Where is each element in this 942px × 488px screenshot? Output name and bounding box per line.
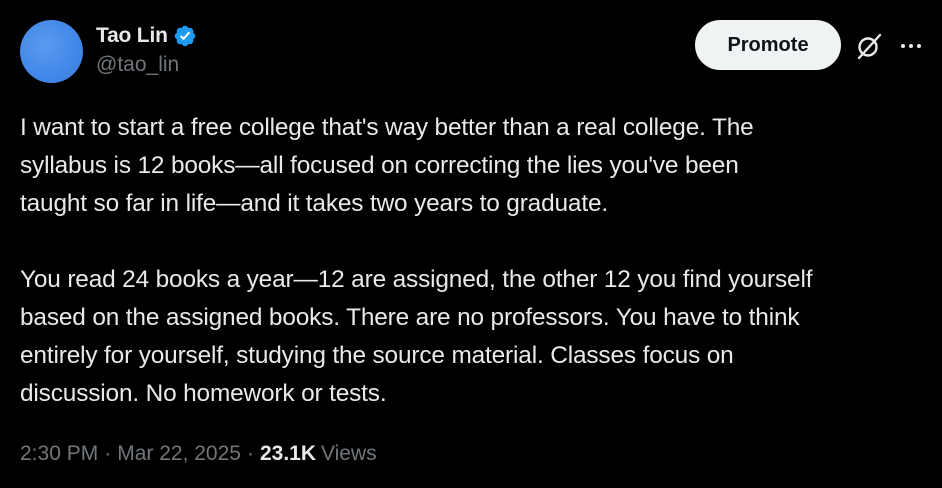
meta-separator: · — [104, 442, 112, 465]
post-time[interactable]: 2:30 PM — [20, 442, 98, 466]
post-line: discussion. No homework or tests. — [20, 380, 387, 407]
tweet-detail: Tao Lin @tao_lin Promote I want to start… — [0, 0, 942, 488]
more-options-icon[interactable] — [898, 35, 924, 57]
post-line: I want to start a free college that's wa… — [20, 114, 754, 141]
avatar[interactable] — [20, 20, 83, 83]
post-date[interactable]: Mar 22, 2025 — [117, 442, 241, 466]
author-name-row: Tao Lin — [96, 22, 197, 50]
post-line: based on the assigned books. There are n… — [20, 304, 800, 331]
promote-button[interactable]: Promote — [695, 20, 841, 70]
post-text: I want to start a free college that's wa… — [20, 109, 925, 413]
verified-badge-icon[interactable] — [173, 24, 197, 48]
views-count[interactable]: 23.1K — [260, 442, 316, 466]
post-metadata: 2:30 PM · Mar 22, 2025 · 23.1K Views — [20, 442, 377, 466]
post-line: taught so far in life—and it takes two y… — [20, 190, 608, 217]
grok-icon[interactable] — [854, 31, 884, 61]
author-display-name[interactable]: Tao Lin — [96, 24, 168, 48]
post-line: You read 24 books a year—12 are assigned… — [20, 266, 813, 293]
author-handle[interactable]: @tao_lin — [96, 53, 197, 77]
author-identity: Tao Lin @tao_lin — [96, 22, 197, 77]
post-line: entirely for yourself, studying the sour… — [20, 342, 734, 369]
post-line: syllabus is 12 books—all focused on corr… — [20, 152, 739, 179]
meta-separator: · — [246, 442, 254, 465]
views-label: Views — [321, 442, 377, 465]
